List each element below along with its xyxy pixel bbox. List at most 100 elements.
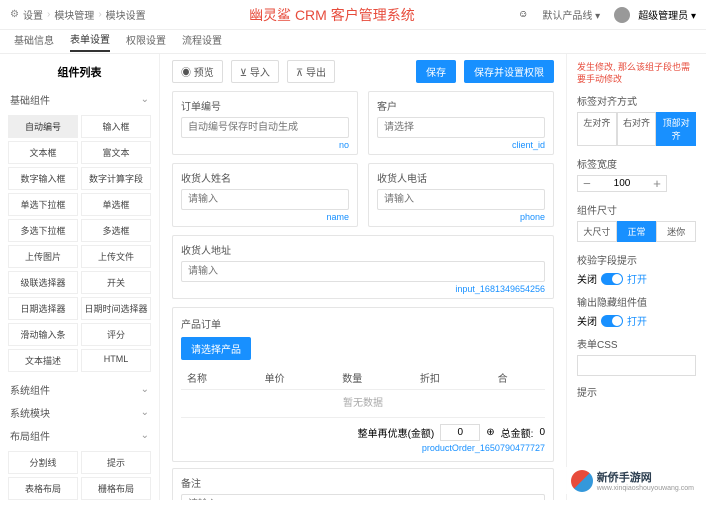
align-right-button[interactable]: 右对齐 bbox=[617, 112, 657, 146]
tabs: 基础信息 表单设置 权限设置 流程设置 bbox=[0, 30, 706, 54]
label-width-input[interactable] bbox=[596, 178, 648, 189]
table-header: 数量 bbox=[336, 366, 414, 390]
label-align-group: 左对齐 右对齐 顶部对齐 bbox=[577, 112, 696, 146]
select-product-button[interactable]: 请选择产品 bbox=[181, 337, 251, 360]
component-item[interactable]: 数字输入框 bbox=[8, 167, 78, 190]
component-item[interactable]: 单选下拉框 bbox=[8, 193, 78, 216]
chevron-down-icon: ⌄ bbox=[141, 384, 149, 395]
align-left-button[interactable]: 左对齐 bbox=[577, 112, 617, 146]
breadcrumb-module-settings: 模块设置 bbox=[106, 7, 146, 22]
size-large-button[interactable]: 大尺寸 bbox=[577, 221, 617, 242]
table-header: 名称 bbox=[181, 366, 259, 390]
save-permission-button[interactable]: 保存并设置权限 bbox=[464, 60, 554, 83]
component-item[interactable]: 多选下拉框 bbox=[8, 219, 78, 242]
stepper-icon[interactable]: ⊕ bbox=[486, 427, 494, 438]
form-css-input[interactable] bbox=[577, 355, 696, 376]
component-item[interactable]: 自动编号 bbox=[8, 115, 78, 138]
remark-input[interactable] bbox=[181, 494, 545, 500]
field-binding: productOrder_1650790477727 bbox=[181, 443, 545, 453]
table-header: 折扣 bbox=[414, 366, 492, 390]
preview-button[interactable]: ◉ 预览 bbox=[172, 60, 223, 83]
field-order-no[interactable]: 订单编号 no bbox=[172, 91, 358, 155]
field-product-order[interactable]: 产品订单 请选择产品 名称单价数量折扣合 暂无数据 整单再优惠(金额) 0 ⊕ … bbox=[172, 307, 554, 462]
component-item[interactable]: 表格布局 bbox=[8, 477, 78, 500]
component-size-group: 大尺寸 正常 迷你 bbox=[577, 221, 696, 242]
component-list-title: 组件列表 bbox=[8, 60, 151, 88]
component-item[interactable]: 单选框 bbox=[81, 193, 151, 216]
table-header: 单价 bbox=[259, 366, 337, 390]
section-system-components[interactable]: 系统组件⌄ bbox=[8, 378, 151, 401]
right-panel: 发生修改, 那么该组子段也需要手动修改 标签对齐方式 左对齐 右对齐 顶部对齐 … bbox=[566, 54, 706, 500]
hidden-value-toggle[interactable] bbox=[601, 315, 623, 327]
user-name[interactable]: 超级管理员 ▾ bbox=[638, 7, 696, 22]
field-hint-toggle[interactable] bbox=[601, 273, 623, 285]
component-item[interactable]: 分割线 bbox=[8, 451, 78, 474]
label-width-stepper[interactable]: − + bbox=[577, 175, 667, 192]
center-panel: ◉ 预览 ⊻ 导入 ⊼ 导出 保存 保存并设置权限 订单编号 no 客户 cli… bbox=[160, 54, 566, 500]
customer-select[interactable] bbox=[377, 117, 545, 138]
gear-icon: ⚙ bbox=[10, 9, 19, 20]
product-line[interactable]: 默认产品线 ▾ bbox=[536, 5, 606, 24]
minus-button[interactable]: − bbox=[578, 176, 596, 191]
component-item[interactable]: 多选框 bbox=[81, 219, 151, 242]
import-button[interactable]: ⊻ 导入 bbox=[231, 60, 279, 83]
field-binding: phone bbox=[377, 212, 545, 222]
tab-basic-info[interactable]: 基础信息 bbox=[14, 32, 54, 51]
system-title: 幽灵鲨 CRM 客户管理系统 bbox=[146, 5, 519, 25]
component-item[interactable]: 富文本 bbox=[81, 141, 151, 164]
warning-text: 发生修改, 那么该组子段也需要手动修改 bbox=[577, 62, 696, 85]
consignee-name-input[interactable] bbox=[181, 189, 349, 210]
component-item[interactable]: 级联选择器 bbox=[8, 271, 78, 294]
field-binding: name bbox=[181, 212, 349, 222]
consignee-addr-input[interactable] bbox=[181, 261, 545, 282]
consignee-phone-input[interactable] bbox=[377, 189, 545, 210]
component-item[interactable]: 文本框 bbox=[8, 141, 78, 164]
component-item[interactable]: 开关 bbox=[81, 271, 151, 294]
breadcrumb-module-manage[interactable]: 模块管理 bbox=[54, 7, 94, 22]
tab-permission[interactable]: 权限设置 bbox=[126, 32, 166, 51]
component-item[interactable]: 数字计算字段 bbox=[81, 167, 151, 190]
discount-input[interactable]: 0 bbox=[440, 424, 480, 441]
field-consignee-addr[interactable]: 收货人地址 input_1681349654256 bbox=[172, 235, 554, 299]
size-normal-button[interactable]: 正常 bbox=[617, 221, 657, 242]
component-item[interactable]: 提示 bbox=[81, 451, 151, 474]
component-item[interactable]: 上传图片 bbox=[8, 245, 78, 268]
size-mini-button[interactable]: 迷你 bbox=[656, 221, 696, 242]
left-panel: 组件列表 基础组件⌄ 自动编号输入框文本框富文本数字输入框数字计算字段单选下拉框… bbox=[0, 54, 160, 500]
field-remark[interactable]: 备注 bbox=[172, 468, 554, 500]
chevron-down-icon: ⌄ bbox=[141, 94, 149, 105]
total-amount: 0 bbox=[539, 427, 545, 438]
component-item[interactable]: 评分 bbox=[81, 323, 151, 346]
component-item[interactable]: 日期时间选择器 bbox=[81, 297, 151, 320]
avatar[interactable] bbox=[614, 7, 630, 23]
component-item[interactable]: 栅格布局 bbox=[81, 477, 151, 500]
breadcrumb-settings[interactable]: 设置 bbox=[23, 7, 43, 22]
align-top-button[interactable]: 顶部对齐 bbox=[656, 112, 696, 146]
component-item[interactable]: HTML bbox=[81, 349, 151, 372]
tab-flow[interactable]: 流程设置 bbox=[182, 32, 222, 51]
field-binding: client_id bbox=[377, 140, 545, 150]
table-header: 合 bbox=[492, 366, 545, 390]
plus-button[interactable]: + bbox=[648, 176, 666, 191]
watermark: 新侨手游网 www.xinqiaoshouyouwang.com bbox=[565, 467, 700, 494]
product-table: 名称单价数量折扣合 暂无数据 bbox=[181, 366, 545, 413]
field-consignee-phone[interactable]: 收货人电话 phone bbox=[368, 163, 554, 227]
save-button[interactable]: 保存 bbox=[416, 60, 456, 83]
component-item[interactable]: 上传文件 bbox=[81, 245, 151, 268]
component-item[interactable]: 滑动输入条 bbox=[8, 323, 78, 346]
tab-form-settings[interactable]: 表单设置 bbox=[70, 31, 110, 52]
field-binding: no bbox=[181, 140, 349, 150]
component-item[interactable]: 日期选择器 bbox=[8, 297, 78, 320]
order-no-input[interactable] bbox=[181, 117, 349, 138]
breadcrumb: ⚙ 设置 › 模块管理 › 模块设置 bbox=[10, 7, 146, 22]
section-system-modules[interactable]: 系统模块⌄ bbox=[8, 401, 151, 424]
field-customer[interactable]: 客户 client_id bbox=[368, 91, 554, 155]
notification-icon[interactable]: ☺ bbox=[518, 9, 528, 20]
export-button[interactable]: ⊼ 导出 bbox=[287, 60, 335, 83]
section-basic-components[interactable]: 基础组件⌄ bbox=[8, 88, 151, 111]
section-layout-components[interactable]: 布局组件⌄ bbox=[8, 424, 151, 447]
component-item[interactable]: 文本描述 bbox=[8, 349, 78, 372]
chevron-down-icon: ⌄ bbox=[141, 430, 149, 441]
component-item[interactable]: 输入框 bbox=[81, 115, 151, 138]
field-consignee-name[interactable]: 收货人姓名 name bbox=[172, 163, 358, 227]
